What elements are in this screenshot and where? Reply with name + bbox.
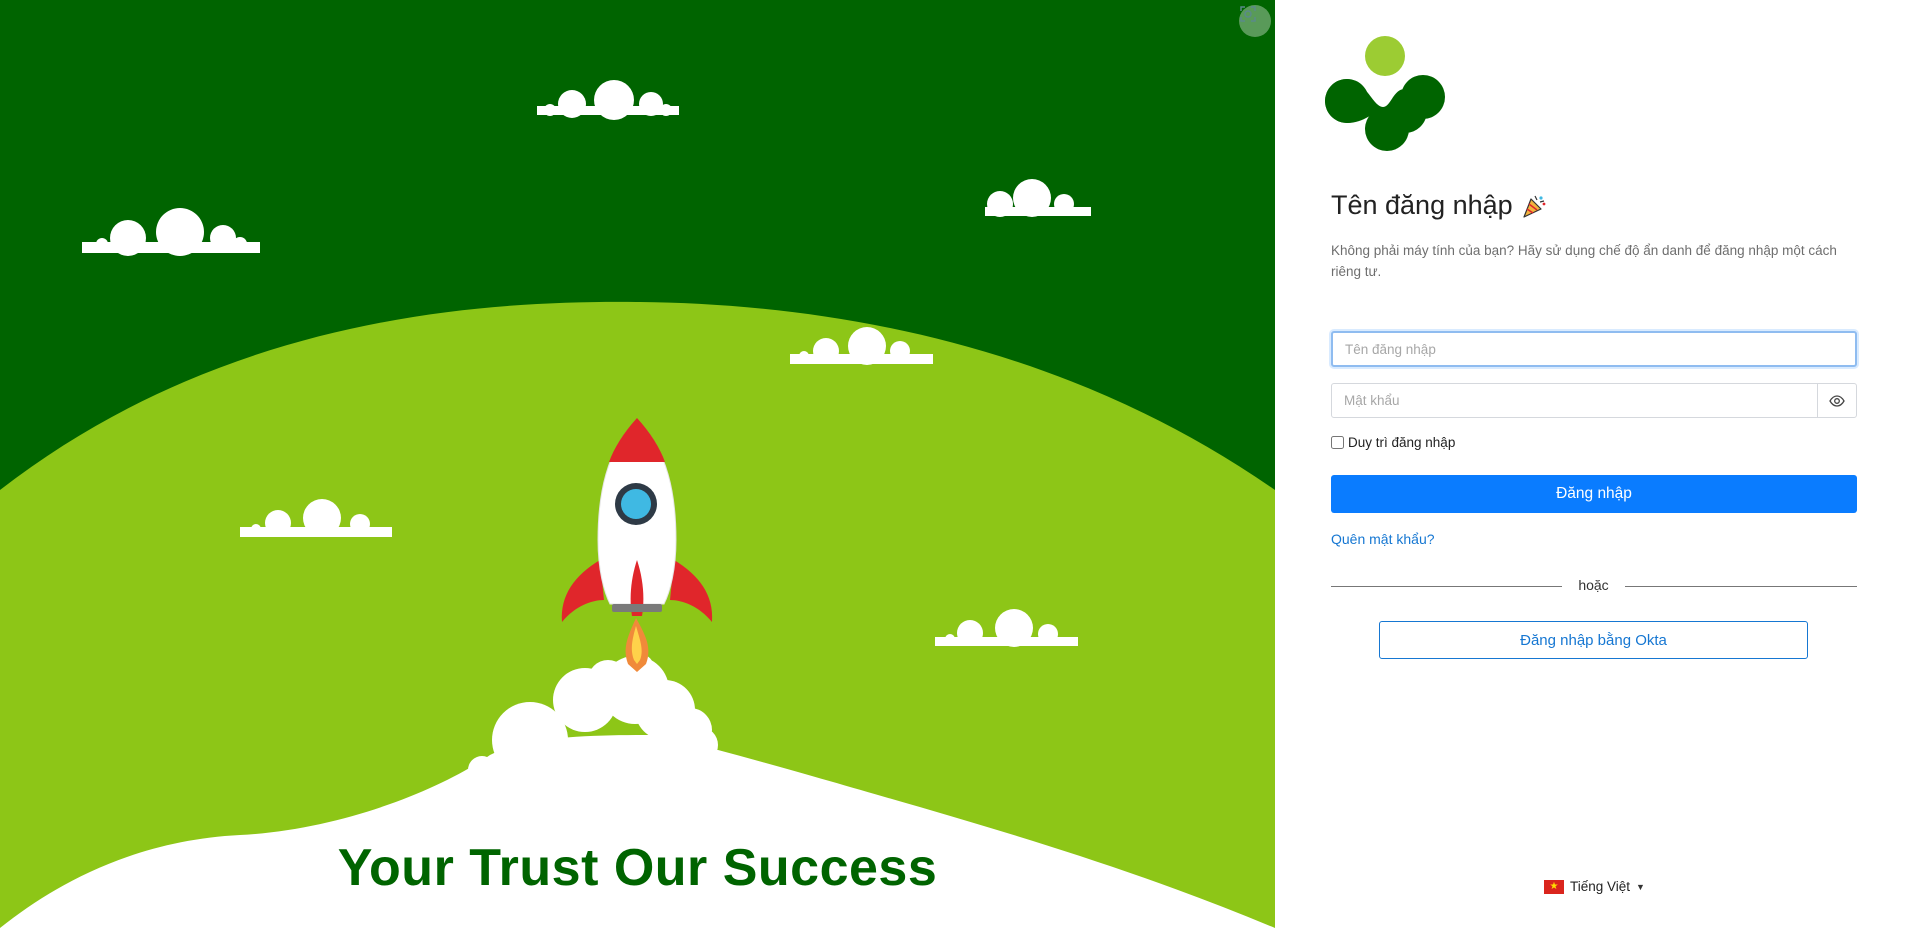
remember-me-checkbox[interactable] (1331, 436, 1344, 449)
login-panel: Tên đăng nhập Không phải máy tính của bạ… (1275, 0, 1912, 928)
language-selector[interactable]: ★ Tiếng Việt ▼ (1544, 879, 1645, 894)
forgot-password-link[interactable]: Quên mật khẩu? (1331, 531, 1435, 547)
hero-panel: Your Trust Our Success (0, 0, 1275, 928)
language-label: Tiếng Việt (1570, 879, 1631, 894)
divider-right (1625, 586, 1857, 587)
remember-me[interactable]: Duy trì đăng nhập (1331, 435, 1455, 450)
hero-illustration (0, 0, 1275, 928)
or-separator: hoặc (1578, 577, 1609, 593)
vietnam-flag-icon: ★ (1544, 879, 1564, 894)
remember-me-label: Duy trì đăng nhập (1348, 435, 1456, 450)
password-input[interactable] (1331, 383, 1818, 418)
caret-down-icon: ▼ (1636, 881, 1645, 892)
password-visibility-toggle[interactable] (1817, 383, 1857, 418)
divider-left (1331, 586, 1562, 587)
company-logo (1325, 36, 1445, 151)
scan-icon (1240, 6, 1256, 22)
username-input[interactable] (1331, 331, 1857, 367)
okta-login-button[interactable]: Đăng nhập bằng Okta (1379, 621, 1808, 659)
party-popper-icon (1523, 195, 1546, 218)
login-button[interactable]: Đăng nhập (1331, 475, 1857, 513)
hero-tagline: Your Trust Our Success (337, 839, 938, 897)
login-title: Tên đăng nhập (1331, 190, 1547, 221)
eye-icon (1829, 394, 1845, 407)
screen-capture-button[interactable] (1239, 5, 1271, 37)
login-title-text: Tên đăng nhập (1331, 190, 1513, 220)
login-subtitle: Không phải máy tính của bạn? Hãy sử dụng… (1331, 243, 1837, 279)
